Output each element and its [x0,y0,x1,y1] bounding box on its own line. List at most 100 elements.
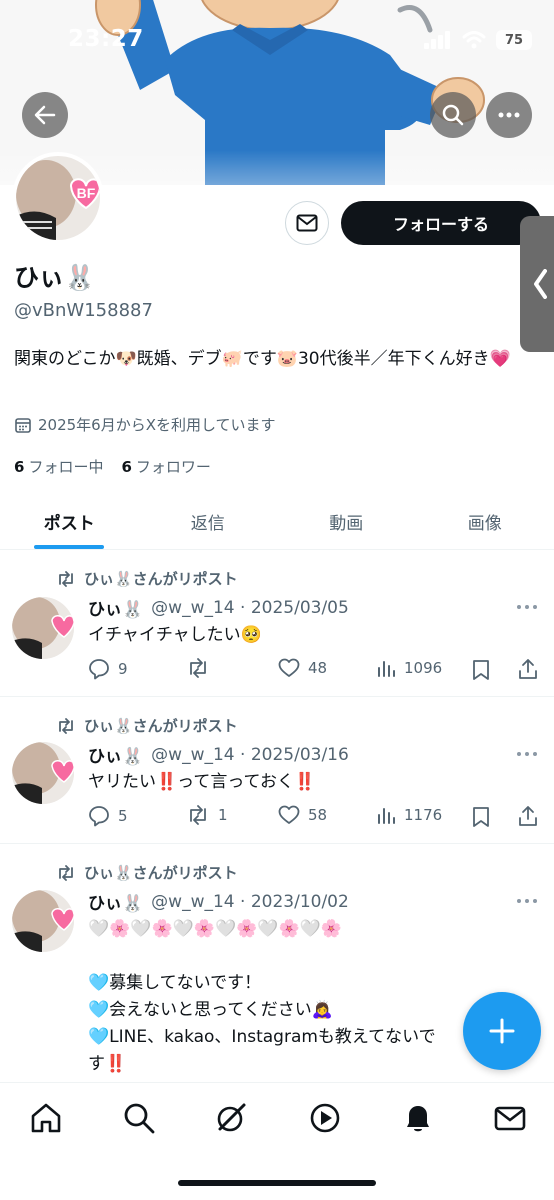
post-item[interactable]: ひぃ🐰さんがリポスト ひぃ🐰 @w_w_14 · 2025/03/05 イチャイ… [0,550,554,697]
post-text: イチャイチャしたい🥺 [88,625,262,645]
grok-icon[interactable] [214,1101,248,1135]
user-handle: @vBnW158887 [14,300,153,321]
post-more-icon[interactable] [516,898,538,904]
followers-link[interactable]: 6 フォロワー [121,456,210,477]
joined-text: 2025年6月からXを利用しています [38,416,276,434]
avatar-image: BF [16,156,100,240]
compose-button[interactable] [463,992,541,1070]
following-label: フォロー中 [28,458,104,476]
followers-label: フォロワー [135,458,211,476]
post-author-name[interactable]: ひぃ🐰 [88,742,143,767]
repost-icon [59,864,73,881]
avatar-image [12,597,74,659]
reply-count: 5 [118,807,128,825]
tab-videos[interactable]: 動画 [277,494,416,549]
post-actions: 9 48 1096 [88,658,540,684]
tab-replies[interactable]: 返信 [139,494,278,549]
views-button[interactable]: 1096 [376,658,442,678]
repost-indicator: ひぃ🐰さんがリポスト [56,715,238,736]
status-bar: 23:27 75 [0,0,554,80]
search-icon[interactable] [122,1101,156,1135]
repost-icon [59,717,73,734]
repost-count: 1 [218,806,228,824]
post-header: ひぃ🐰 @w_w_14 · 2025/03/16 [88,742,349,768]
repost-label: ひぃ🐰さんがリポスト [84,570,238,588]
post-more-icon[interactable] [516,604,538,610]
avatar-image [12,742,74,804]
post-header: ひぃ🐰 @w_w_14 · 2023/10/02 [88,889,349,915]
following-link[interactable]: 6 フォロー中 [14,456,103,477]
message-button[interactable] [285,201,329,245]
repost-indicator: ひぃ🐰さんがリポスト [56,568,238,589]
post-more-icon[interactable] [516,751,538,757]
post-avatar[interactable] [12,890,74,952]
views-icon [378,661,395,677]
battery-indicator: 75 [496,30,532,50]
more-icon [498,112,520,118]
views-icon [378,808,395,824]
more-button[interactable] [486,92,532,138]
reply-icon [89,806,109,827]
views-button[interactable]: 1176 [376,805,442,825]
calendar-icon [15,417,31,433]
repost-icon [59,570,73,587]
status-indicators: 75 [424,30,532,50]
avatar-badge-text: BF [77,185,96,201]
wifi-icon [462,31,486,49]
tab-posts[interactable]: ポスト [0,494,139,549]
reply-count: 9 [118,660,128,678]
search-icon [442,104,464,126]
post-author-name[interactable]: ひぃ🐰 [88,889,143,914]
view-count: 1176 [404,806,443,824]
heart-icon [278,805,300,824]
plus-icon [489,1018,515,1044]
mail-icon[interactable] [493,1101,527,1135]
post-handle-date: @w_w_14 · 2023/10/02 [151,891,349,912]
repost-label: ひぃ🐰さんがリポスト [84,717,238,735]
back-button[interactable] [22,92,68,138]
post-avatar[interactable] [12,597,74,659]
mail-icon [296,214,318,232]
repost-indicator: ひぃ🐰さんがリポスト [56,862,238,883]
like-count: 48 [308,659,328,677]
like-count: 58 [308,806,328,824]
followers-count: 6 [121,458,132,476]
heart-icon [278,658,300,677]
joined-date: 2025年6月からXを利用しています [14,414,276,435]
share-icon[interactable] [518,805,538,827]
reply-button[interactable]: 9 [88,658,128,680]
repost-label: ひぃ🐰さんがリポスト [84,864,238,882]
post-avatar[interactable] [12,742,74,804]
follow-button[interactable]: フォローする [341,201,541,245]
view-count: 1096 [404,659,443,677]
profile-bio: 関東のどこか🐶既婚、デブ🐖です🐷30代後半／年下くん好き💗 [14,349,511,369]
profile-avatar[interactable]: BF [12,152,104,244]
repost-icon [190,658,206,678]
arrow-left-icon [34,105,56,125]
search-button[interactable] [430,92,476,138]
side-panel-handle[interactable] [520,216,554,352]
post-handle-date: @w_w_14 · 2025/03/16 [151,744,349,765]
post-author-name[interactable]: ひぃ🐰 [88,595,143,620]
repost-icon [190,805,206,825]
post-item[interactable]: ひぃ🐰さんがリポスト ひぃ🐰 @w_w_14 · 2025/03/16 ヤリたい… [0,697,554,844]
repost-button[interactable] [186,658,218,678]
bookmark-icon[interactable] [472,806,490,828]
bell-icon[interactable] [401,1101,435,1135]
repost-button[interactable]: 1 [186,805,228,825]
bookmark-icon[interactable] [472,659,490,681]
video-icon[interactable] [308,1101,342,1135]
home-indicator [178,1180,376,1186]
like-button[interactable]: 48 [278,658,327,678]
post-text: ヤリたい‼️って言っておく‼️ [88,772,316,792]
profile-tabs: ポスト 返信 動画 画像 [0,494,554,550]
share-icon[interactable] [518,658,538,680]
home-icon[interactable] [29,1101,63,1135]
reply-button[interactable]: 5 [88,805,128,827]
follow-stats: 6 フォロー中 6 フォロワー [14,456,211,477]
chevron-left-icon [534,269,547,299]
signal-icon [424,31,450,49]
tab-media[interactable]: 画像 [416,494,554,549]
status-time: 23:27 [68,26,144,52]
like-button[interactable]: 58 [278,805,327,825]
